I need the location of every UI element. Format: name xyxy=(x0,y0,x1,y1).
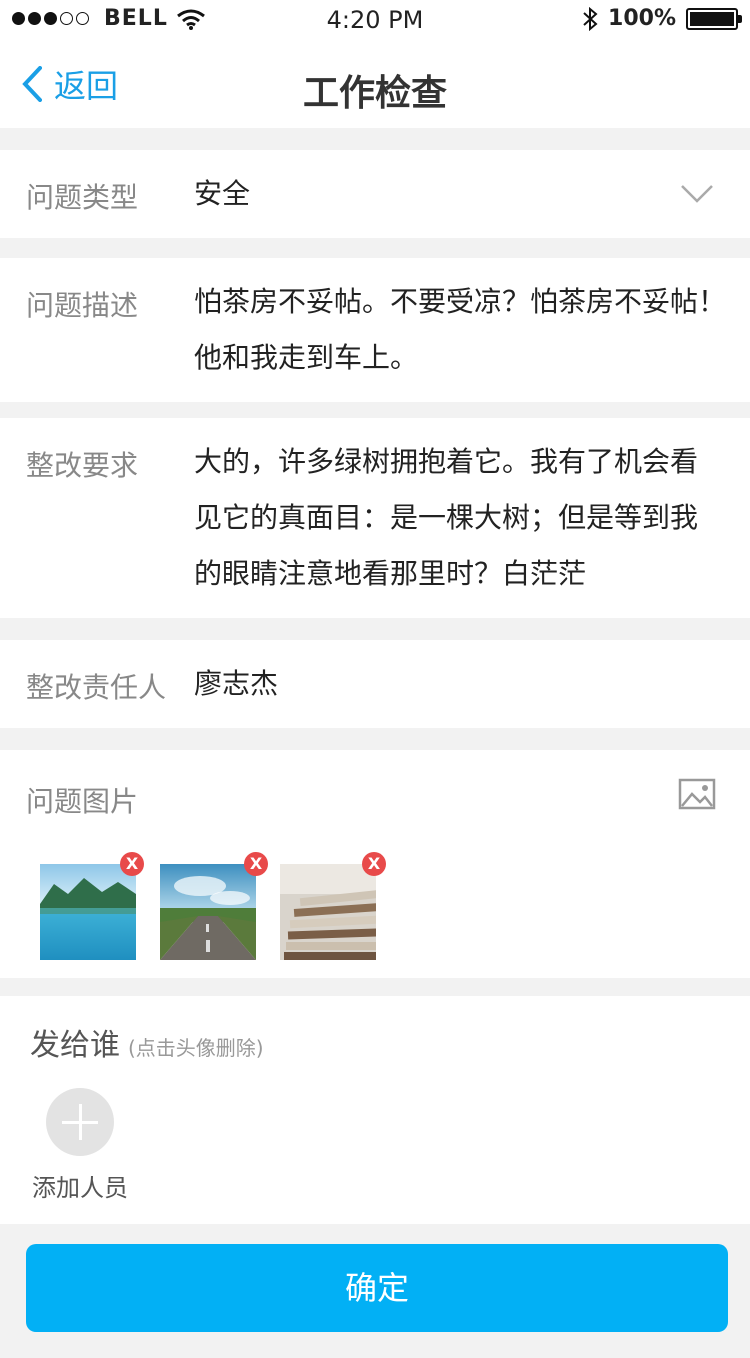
delete-image-button[interactable]: X xyxy=(244,852,268,876)
send-to-hint: (点击头像删除) xyxy=(128,1036,264,1060)
rectification-requirement-text: 大的，许多绿树拥抱着它。我有了机会看 见它的真面目：是一棵大树；但是等到我 的眼… xyxy=(194,434,698,602)
navigation-bar: 返回 工作检查 xyxy=(0,40,750,128)
problem-description-label: 问题描述 xyxy=(26,289,139,322)
responsible-person-value: 廖志杰 xyxy=(194,667,279,700)
papers-image xyxy=(280,864,376,960)
problem-images-section: 问题图片 X X X xyxy=(0,750,750,978)
problem-description-text: 怕茶房不妥帖。不要受凉？怕茶房不妥帖！ 他和我走到车上。 xyxy=(194,274,726,386)
text-line: 他和我走到车上。 xyxy=(194,341,419,374)
delete-image-button[interactable]: X xyxy=(362,852,386,876)
battery-percentage: 100% xyxy=(608,6,676,31)
battery-icon xyxy=(686,7,742,30)
problem-image-thumbnail[interactable] xyxy=(40,864,136,960)
problem-description-row[interactable]: 问题描述 怕茶房不妥帖。不要受凉？怕茶房不妥帖！ 他和我走到车上。 xyxy=(0,258,750,402)
problem-image-thumbnail[interactable] xyxy=(280,864,376,960)
problem-type-value: 安全 xyxy=(194,177,251,210)
send-to-section: 发给谁 (点击头像删除) 添加人员 xyxy=(0,996,750,1224)
send-to-heading: 发给谁 (点击头像删除) xyxy=(30,1020,264,1064)
lake-image xyxy=(40,864,136,960)
add-member-button[interactable] xyxy=(46,1088,114,1156)
responsible-person-row[interactable]: 整改责任人 廖志杰 xyxy=(0,640,750,728)
problem-image-thumbnail[interactable] xyxy=(160,864,256,960)
text-line: 怕茶房不妥帖。不要受凉？怕茶房不妥帖！ xyxy=(194,285,727,318)
status-bar: BELL 4:20 PM 100% xyxy=(0,0,750,40)
send-to-title: 发给谁 xyxy=(30,1028,120,1063)
delete-image-button[interactable]: X xyxy=(120,852,144,876)
add-image-icon[interactable] xyxy=(678,778,716,810)
text-line: 的眼睛注意地看那里时？白茫茫 xyxy=(194,557,587,590)
chevron-down-icon[interactable] xyxy=(680,184,714,204)
bluetooth-icon xyxy=(583,6,598,31)
add-member-label: 添加人员 xyxy=(32,1174,128,1202)
road-image xyxy=(160,864,256,960)
text-line: 大的，许多绿树拥抱着它。我有了机会看 xyxy=(194,445,699,478)
problem-type-label: 问题类型 xyxy=(26,181,139,214)
problem-type-row[interactable]: 问题类型 安全 xyxy=(0,150,750,238)
text-line: 见它的真面目：是一棵大树；但是等到我 xyxy=(194,501,699,534)
rectification-requirement-label: 整改要求 xyxy=(26,449,139,482)
problem-images-label: 问题图片 xyxy=(26,785,139,818)
confirm-button[interactable]: 确定 xyxy=(26,1244,728,1332)
page-title: 工作检查 xyxy=(302,73,447,114)
responsible-person-label: 整改责任人 xyxy=(26,671,167,704)
rectification-requirement-row[interactable]: 整改要求 大的，许多绿树拥抱着它。我有了机会看 见它的真面目：是一棵大树；但是等… xyxy=(0,418,750,618)
